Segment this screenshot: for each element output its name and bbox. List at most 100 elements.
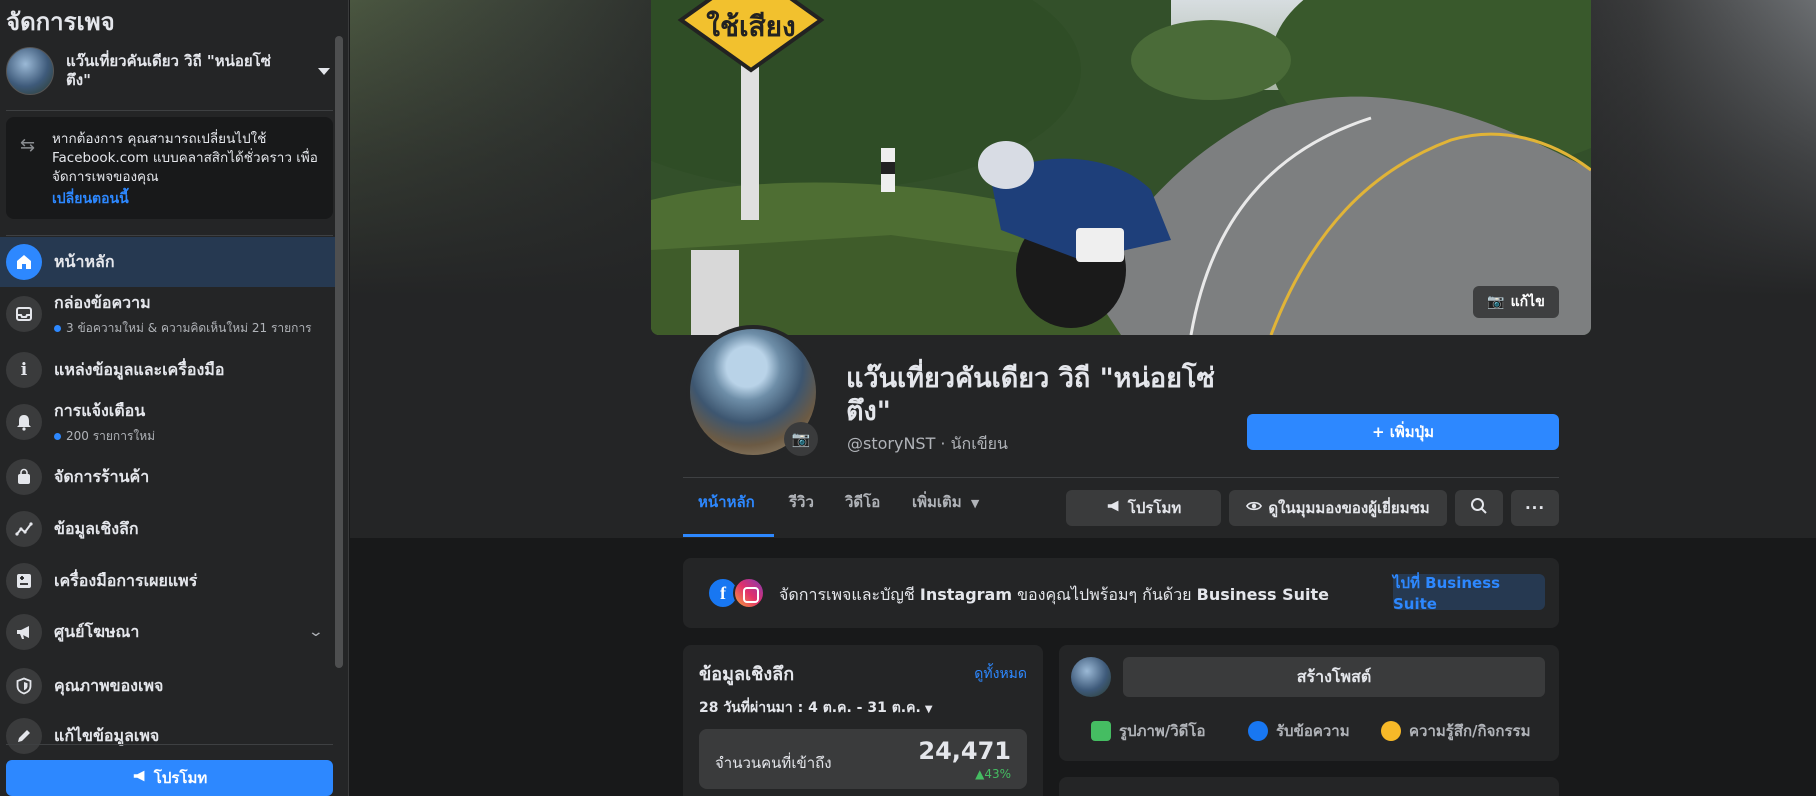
camera-icon: 📷 xyxy=(1487,294,1505,310)
date-range-label: 28 วันที่ผ่านมา : 4 ต.ค. - 31 ต.ค. xyxy=(699,700,921,716)
feeling-activity-button[interactable]: ความรู้สึก/กิจกรรม xyxy=(1381,719,1531,743)
avatar xyxy=(1071,657,1111,697)
sidebar-item-shop[interactable]: จัดการร้านค้า xyxy=(0,459,340,495)
insights-icon xyxy=(6,511,42,547)
divider xyxy=(6,744,333,745)
sidebar-title: จัดการเพจ xyxy=(6,8,115,36)
shield-icon xyxy=(6,668,42,704)
more-options-button[interactable]: ··· xyxy=(1511,490,1559,526)
shopping-bag-icon xyxy=(6,459,42,495)
see-all-link[interactable]: ดูทั้งหมด xyxy=(974,663,1027,685)
sidebar-item-page-quality[interactable]: คุณภาพของเพจ xyxy=(0,668,340,704)
megaphone-icon xyxy=(132,768,148,788)
edit-cover-label: แก้ไข xyxy=(1510,294,1545,310)
go-to-business-suite-button[interactable]: ไปที่ Business Suite xyxy=(1393,574,1545,613)
caret-down-icon: ▼ xyxy=(924,704,933,715)
active-tab-indicator xyxy=(683,534,774,537)
instagram-icon xyxy=(733,577,765,609)
sidebar-item-label: คุณภาพของเพจ xyxy=(54,675,164,695)
create-post-button[interactable]: สร้างโพสต์ xyxy=(1123,657,1545,697)
classic-switch-notice: ⇆ หากต้องการ คุณสามารถเปลี่ยนไปใช้ Faceb… xyxy=(6,117,333,219)
inbox-icon xyxy=(6,296,42,332)
sidebar-item-sub: 3 ข้อความใหม่ & ความคิดเห็นใหม่ 21 รายกา… xyxy=(66,320,312,335)
edit-cover-button[interactable]: 📷 แก้ไข xyxy=(1473,286,1559,318)
sidebar-promote-button[interactable]: โปรโมท xyxy=(6,760,333,796)
reach-value: 24,471 xyxy=(918,737,1011,765)
view-as-visitor-button[interactable]: ดูในมุมมองของผู้เยี่ยมชม xyxy=(1229,490,1447,526)
sidebar-item-notifications[interactable]: การแจ้งเตือน 200 รายการใหม่ xyxy=(0,398,340,446)
tab-videos[interactable]: วิดีโอ xyxy=(845,490,880,514)
tab-more-label: เพิ่มเติม xyxy=(912,493,962,511)
add-button[interactable]: + เพิ่มปุ่ม xyxy=(1247,414,1559,450)
get-messages-button[interactable]: รับข้อความ xyxy=(1248,719,1350,743)
get-messages-label: รับข้อความ xyxy=(1276,722,1350,740)
megaphone-icon xyxy=(6,614,42,650)
sidebar-item-ad-center[interactable]: ศูนย์โฆษณา ⌄ xyxy=(0,614,340,650)
divider xyxy=(683,477,1559,478)
feeling-label: ความรู้สึก/กิจกรรม xyxy=(1409,722,1531,740)
photo-video-label: รูปภาพ/วิดีโอ xyxy=(1119,722,1206,740)
cover-sign-text: ใช้เสียง xyxy=(706,10,795,43)
sidebar-item-label: เครื่องมือการเผยแพร่ xyxy=(54,570,198,590)
cover-photo[interactable]: ใช้เสียง xyxy=(651,0,1591,335)
chevron-down-icon[interactable]: ⌄ xyxy=(308,624,324,640)
photo-icon xyxy=(1091,721,1111,741)
sidebar-item-inbox[interactable]: กล่องข้อความ 3 ข้อความใหม่ & ความคิดเห็น… xyxy=(0,290,340,338)
promote-button[interactable]: โปรโมท xyxy=(1066,490,1221,526)
search-icon xyxy=(1470,497,1488,519)
create-post-card: สร้างโพสต์ รูปภาพ/วิดีโอ รับข้อความ ความ… xyxy=(1059,645,1559,761)
cover-photo-image: ใช้เสียง xyxy=(651,0,1591,335)
arrow-up-icon: ▲ xyxy=(975,767,985,781)
insights-title: ข้อมูลเชิงลึก xyxy=(699,664,795,685)
sidebar-item-label: การแจ้งเตือน xyxy=(54,400,146,420)
date-range-selector[interactable]: 28 วันที่ผ่านมา : 4 ต.ค. - 31 ต.ค. ▼ xyxy=(699,697,933,719)
eye-icon xyxy=(1246,498,1263,518)
photo-video-button[interactable]: รูปภาพ/วิดีโอ xyxy=(1091,719,1205,743)
business-suite-banner: f จัดการเพจและบัญชี Instagram ของคุณไปพร… xyxy=(683,558,1559,628)
megaphone-icon xyxy=(1106,498,1122,518)
sidebar-item-label: ข้อมูลเชิงลึก xyxy=(54,518,139,538)
sidebar-scrollbar[interactable] xyxy=(335,36,343,668)
reach-label: จำนวนคนที่เข้าถึง xyxy=(715,754,832,772)
page-switcher[interactable]: แว๊นเที่ยวคันเดียว วิถี "หน่อยโซ่ ตึง" xyxy=(6,44,334,98)
ellipsis-icon: ··· xyxy=(1524,499,1546,517)
caret-down-icon: ▼ xyxy=(970,497,980,510)
page-handle: @storyNST · นักเขียน xyxy=(847,434,1008,453)
promote-label: โปรโมท xyxy=(1127,499,1182,517)
view-as-visitor-label: ดูในมุมมองของผู้เยี่ยมชม xyxy=(1268,499,1430,517)
tab-more[interactable]: เพิ่มเติม ▼ xyxy=(912,490,979,514)
messenger-icon xyxy=(1248,721,1268,741)
search-button[interactable] xyxy=(1455,490,1503,526)
switch-now-link[interactable]: เปลี่ยนตอนนี้ xyxy=(52,188,129,210)
sidebar-item-home[interactable]: หน้าหลัก xyxy=(0,237,340,287)
smiley-icon xyxy=(1381,721,1401,741)
page-switcher-name: แว๊นเที่ยวคันเดียว วิถี "หน่อยโซ่ ตึง" xyxy=(66,52,271,89)
unread-dot xyxy=(54,324,61,332)
sidebar-item-label: กล่องข้อความ xyxy=(54,292,151,312)
info-icon: i xyxy=(6,352,42,388)
reach-stat[interactable]: จำนวนคนที่เข้าถึง 24,471 ▲43% xyxy=(699,729,1027,789)
page-avatar xyxy=(6,47,54,95)
camera-icon[interactable]: 📷 xyxy=(784,422,818,456)
sidebar-item-label: แหล่งข้อมูลและเครื่องมือ xyxy=(54,359,225,379)
sidebar-item-label: ศูนย์โฆษณา xyxy=(54,621,140,641)
switch-arrows-icon: ⇆ xyxy=(20,135,36,156)
reach-change: ▲43% xyxy=(975,767,1011,781)
caret-down-icon xyxy=(318,67,330,75)
divider xyxy=(6,235,333,236)
sidebar: จัดการเพจ แว๊นเที่ยวคันเดียว วิถี "หน่อย… xyxy=(0,0,349,796)
tab-reviews[interactable]: รีวิว xyxy=(789,490,814,514)
sidebar-item-insights[interactable]: ข้อมูลเชิงลึก xyxy=(0,511,340,547)
sidebar-item-edit-page[interactable]: แก้ไขข้อมูลเพจ xyxy=(0,718,340,754)
sidebar-item-sub: 200 รายการใหม่ xyxy=(66,428,156,443)
next-card xyxy=(1059,777,1559,796)
sidebar-item-resources[interactable]: i แหล่งข้อมูลและเครื่องมือ xyxy=(0,352,340,388)
home-icon xyxy=(6,244,42,280)
sidebar-item-label: จัดการร้านค้า xyxy=(54,466,150,486)
sidebar-item-label: หน้าหลัก xyxy=(54,251,115,271)
sidebar-item-publishing-tools[interactable]: เครื่องมือการเผยแพร่ xyxy=(0,563,340,599)
promote-label: โปรโมท xyxy=(153,769,208,787)
tab-home[interactable]: หน้าหลัก xyxy=(698,490,755,514)
pencil-icon xyxy=(6,718,42,754)
page-title: แว๊นเที่ยวคันเดียว วิถี "หน่อยโซ่ ตึง" xyxy=(846,363,1215,427)
